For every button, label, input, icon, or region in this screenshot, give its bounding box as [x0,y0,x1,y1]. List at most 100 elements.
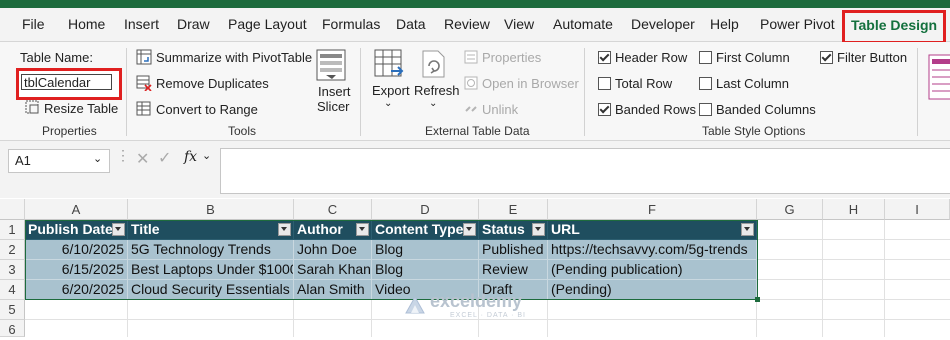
column-header-a[interactable]: A [25,199,128,220]
filter-button-checkbox[interactable] [820,51,833,64]
unlink-icon [465,106,477,112]
table-cell[interactable]: Sarah Khan [294,260,372,280]
filter-dropdown-icon[interactable] [356,223,369,236]
remove-duplicates-button[interactable]: Remove Duplicates [156,76,269,91]
worksheet-grid: A B C D E F G H I 1 2 3 4 5 6 Publish Da… [0,199,950,337]
table-cell[interactable]: Review [479,260,548,280]
filter-dropdown-icon[interactable] [463,223,476,236]
column-header-c[interactable]: C [294,199,372,220]
tab-formulas[interactable]: Formulas [322,16,380,32]
row-header-2[interactable]: 2 [0,240,25,260]
tab-review[interactable]: Review [444,16,490,32]
open-in-browser-icon [464,76,478,90]
select-all-corner[interactable] [0,199,25,220]
table-cell[interactable]: Blog [372,240,479,260]
insert-slicer-label-2[interactable]: Slicer [317,99,350,114]
table-cell[interactable]: Blog [372,260,479,280]
name-box[interactable]: A1 ⌄ [8,149,110,173]
function-fx-icon[interactable]: fx [184,149,197,165]
table-header-publish-date[interactable]: Publish Date [25,220,128,240]
column-header-d[interactable]: D [372,199,479,220]
tab-data[interactable]: Data [396,16,426,32]
tab-help[interactable]: Help [710,16,739,32]
tab-automate[interactable]: Automate [553,16,613,32]
resize-table-button[interactable]: Resize Table [44,101,118,116]
header-row-checkbox[interactable] [598,51,611,64]
properties-button[interactable]: Properties [482,50,541,65]
formula-input[interactable] [220,148,950,194]
pivottable-icon [136,49,152,65]
table-style-gallery-icon[interactable] [928,54,950,102]
cancel-icon[interactable]: ✕ [136,149,149,169]
filter-dropdown-icon[interactable] [112,223,125,236]
row-header-3[interactable]: 3 [0,260,25,280]
table-cell[interactable]: 6/20/2025 [25,280,128,300]
name-box-value: A1 [15,153,31,168]
formula-buttons: ✕ ✓ fx ⌄ [128,147,218,173]
banded-rows-checkbox[interactable] [598,103,611,116]
column-header-f[interactable]: F [548,199,757,220]
table-cell[interactable]: John Doe [294,240,372,260]
table-header-status[interactable]: Status [479,220,548,240]
table-header-url[interactable]: URL [548,220,757,240]
table-cell[interactable]: https://techsavvy.com/5g-trends [548,240,757,260]
row-header-5[interactable]: 5 [0,300,25,320]
table-cell[interactable]: (Pending) [548,280,757,300]
title-strip [0,0,950,8]
summarize-pivottable-button[interactable]: Summarize with PivotTable [156,50,312,65]
table-cell[interactable]: 6/15/2025 [25,260,128,280]
table-name-highlight: tblCalendar [16,68,122,100]
banded-columns-checkbox[interactable] [699,103,712,116]
chevron-down-icon[interactable]: ⌄ [93,152,102,165]
last-column-checkbox[interactable] [699,77,712,90]
header-text: Content Type [375,221,464,237]
insert-slicer-label[interactable]: Insert [318,84,351,99]
export-button[interactable]: Export [372,83,410,98]
tab-file[interactable]: File [22,16,45,32]
table-header-title[interactable]: Title [128,220,294,240]
group-divider [360,48,361,136]
refresh-button[interactable]: Refresh [414,83,460,98]
convert-to-range-button[interactable]: Convert to Range [156,102,258,117]
resize-table-icon [25,100,39,114]
column-header-h[interactable]: H [823,199,885,220]
column-header-b[interactable]: B [128,199,294,220]
enter-check-icon[interactable]: ✓ [158,148,171,168]
tab-table-design[interactable]: Table Design [842,10,947,44]
filter-dropdown-icon[interactable] [741,223,754,236]
table-header-author[interactable]: Author [294,220,372,240]
row-header-6[interactable]: 6 [0,320,25,337]
table-cell[interactable]: Alan Smith [294,280,372,300]
table-cell[interactable]: Cloud Security Essentials [128,280,294,300]
open-in-browser-button[interactable]: Open in Browser [482,76,579,91]
row-header-4[interactable]: 4 [0,280,25,300]
table-cell[interactable]: (Pending publication) [548,260,757,280]
column-header-e[interactable]: E [479,199,548,220]
tab-view[interactable]: View [504,16,534,32]
column-header-i[interactable]: I [885,199,950,220]
tab-developer[interactable]: Developer [631,16,695,32]
table-cell[interactable]: Best Laptops Under $1000 [128,260,294,280]
group-divider [917,48,918,136]
table-cell[interactable]: 6/10/2025 [25,240,128,260]
grid-line [293,300,294,337]
total-row-checkbox[interactable] [598,77,611,90]
table-cell[interactable]: 5G Technology Trends [128,240,294,260]
filter-dropdown-icon[interactable] [278,223,291,236]
chevron-down-icon[interactable]: ⌄ [202,149,211,162]
table-header-content-type[interactable]: Content Type [372,220,479,240]
tab-power-pivot[interactable]: Power Pivot [760,16,835,32]
table-name-input[interactable]: tblCalendar [21,74,112,90]
tab-page-layout[interactable]: Page Layout [228,16,307,32]
unlink-button[interactable]: Unlink [482,102,518,117]
tab-draw[interactable]: Draw [177,16,210,32]
row-header-1[interactable]: 1 [0,220,25,240]
grid-line [547,300,548,337]
column-header-g[interactable]: G [757,199,823,220]
tab-home[interactable]: Home [68,16,105,32]
filter-dropdown-icon[interactable] [532,223,545,236]
tab-insert[interactable]: Insert [124,16,159,32]
resize-handle[interactable] [755,297,760,302]
table-cell[interactable]: Published [479,240,548,260]
first-column-checkbox[interactable] [699,51,712,64]
